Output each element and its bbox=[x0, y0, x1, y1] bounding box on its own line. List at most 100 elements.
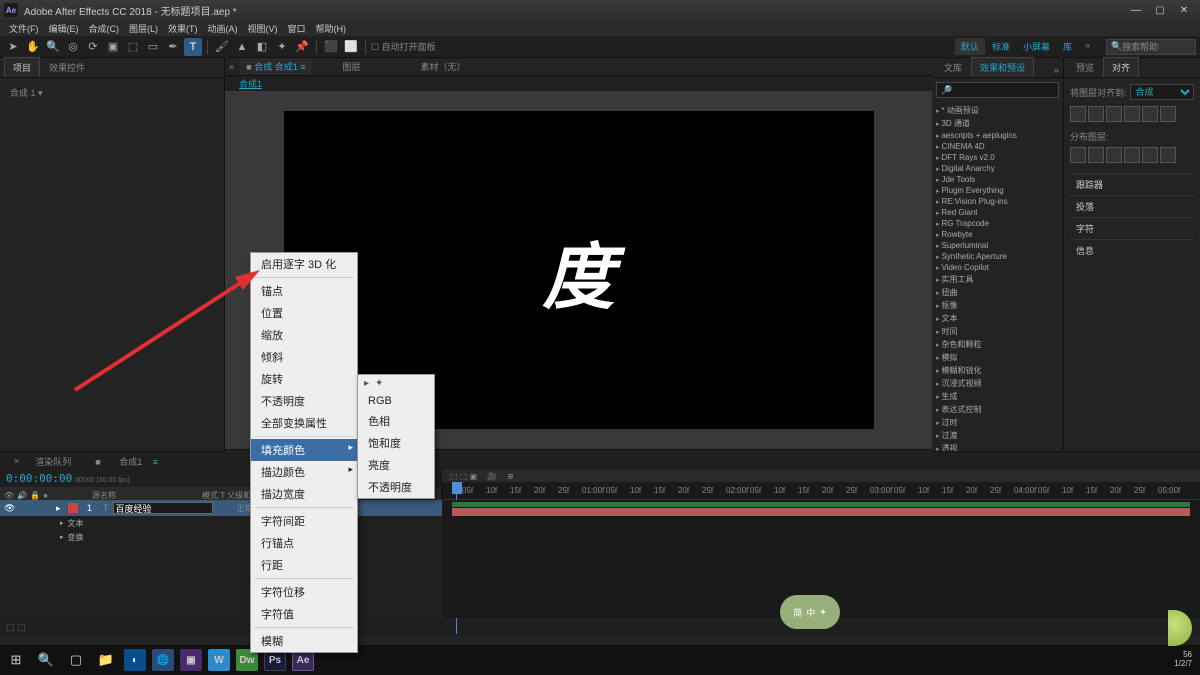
app-browser[interactable]: 🌐 bbox=[152, 649, 174, 671]
menu-item[interactable]: 编辑(E) bbox=[46, 22, 82, 35]
menu-item[interactable]: 模糊 bbox=[251, 630, 357, 652]
workspace-tab[interactable]: 小屏幕 bbox=[1017, 38, 1056, 55]
effect-category[interactable]: RG Trapcode bbox=[934, 218, 1061, 229]
project-item[interactable]: 合成 1 ▾ bbox=[4, 82, 220, 103]
menu-item[interactable]: 帮助(H) bbox=[313, 22, 350, 35]
floating-badge[interactable]: 简中✦ bbox=[780, 595, 840, 629]
eraser-tool[interactable]: ◧ bbox=[253, 38, 271, 56]
layer-bar[interactable] bbox=[452, 508, 1190, 516]
text-tool[interactable]: T bbox=[184, 38, 202, 56]
distribute-buttons[interactable] bbox=[1070, 147, 1194, 163]
workspace-switcher[interactable]: 默认标准小屏幕库» bbox=[955, 38, 1096, 55]
comp-link[interactable]: 合成1 bbox=[233, 76, 268, 91]
selection-tool[interactable]: ➤ bbox=[4, 38, 22, 56]
effect-category[interactable]: Plugin Everything bbox=[934, 185, 1061, 196]
menu-item[interactable]: 合成(C) bbox=[86, 22, 123, 35]
effect-category[interactable]: 表达式控制 bbox=[934, 403, 1061, 416]
menu-item[interactable]: 倾斜 bbox=[251, 346, 357, 368]
effect-category[interactable]: 过渡 bbox=[934, 429, 1061, 442]
layer-color[interactable] bbox=[68, 503, 78, 513]
close-button[interactable]: ✕ bbox=[1172, 1, 1196, 19]
menu-item[interactable]: 行锚点 bbox=[251, 532, 357, 554]
orbit-tool[interactable]: ◎ bbox=[64, 38, 82, 56]
app-word[interactable]: W bbox=[208, 649, 230, 671]
search-icon[interactable]: 🔍 bbox=[34, 648, 58, 672]
menu-item[interactable]: 视图(V) bbox=[245, 22, 281, 35]
menu-item[interactable]: 图层(L) bbox=[126, 22, 161, 35]
effect-category[interactable]: 透视 bbox=[934, 442, 1061, 451]
effect-category[interactable]: Rowbyte bbox=[934, 229, 1061, 240]
effect-category[interactable]: 模拟 bbox=[934, 351, 1061, 364]
menu-item[interactable]: 字符值 bbox=[251, 603, 357, 625]
menu-item[interactable]: 全部变换属性 bbox=[251, 412, 357, 434]
panel-section[interactable]: 信息 bbox=[1070, 239, 1194, 261]
align-bottom[interactable] bbox=[1160, 106, 1176, 122]
timecode[interactable]: 0:00:00:00 bbox=[6, 472, 72, 485]
layer-list[interactable]: 👁 ▸ 1 T 正常 ▾ 无 ▾ ▸文本某某 ▸变换 bbox=[0, 500, 442, 618]
layer-property[interactable]: ▸文本某某 bbox=[0, 516, 442, 530]
playhead[interactable] bbox=[452, 482, 462, 494]
layer-row[interactable]: 👁 ▸ 1 T 正常 ▾ 无 ▾ bbox=[0, 500, 442, 516]
effect-category[interactable]: Digital Anarchy bbox=[934, 163, 1061, 174]
clock[interactable]: 56 1/2/7 bbox=[1174, 651, 1196, 669]
effect-category[interactable]: Superluminal bbox=[934, 240, 1061, 251]
preview-tab[interactable]: 预览 bbox=[1068, 58, 1102, 77]
context-submenu[interactable]: ▸✦RGB色相饱和度亮度不透明度 bbox=[357, 374, 435, 499]
app-360[interactable]: ◐ bbox=[124, 649, 146, 671]
explorer-icon[interactable]: 📁 bbox=[94, 648, 118, 672]
help-search[interactable]: 🔍 搜索帮助 bbox=[1106, 39, 1196, 55]
align-buttons[interactable] bbox=[1070, 106, 1194, 122]
menu-bar[interactable]: 文件(F)编辑(E)合成(C)图层(L)效果(T)动画(A)视图(V)窗口帮助(… bbox=[0, 20, 1200, 36]
menu-item[interactable]: 字符位移 bbox=[251, 581, 357, 603]
menu-item[interactable]: 缩放 bbox=[251, 324, 357, 346]
taskbar[interactable]: ⊞ 🔍 ▢ 📁 ◐ 🌐 ▣ W Dw Ps Ae 56 1/2/7 bbox=[0, 645, 1200, 675]
effect-category[interactable]: 过时 bbox=[934, 416, 1061, 429]
source-name-header[interactable]: 源名称 bbox=[92, 490, 202, 501]
workspace-tab[interactable]: 库 bbox=[1057, 38, 1078, 55]
clone-tool[interactable]: ▲ bbox=[233, 38, 251, 56]
timeline-comp-tab[interactable]: ■ 合成1 ≡ bbox=[79, 453, 166, 470]
pan-behind-tool[interactable]: ⬚ bbox=[124, 38, 142, 56]
layer-property[interactable]: ▸变换 bbox=[0, 530, 442, 544]
effect-category[interactable]: CINEMA 4D bbox=[934, 141, 1061, 152]
align-top[interactable] bbox=[1124, 106, 1140, 122]
effect-category[interactable]: 杂色和颗粒 bbox=[934, 338, 1061, 351]
workspace-tab[interactable]: 默认 bbox=[955, 38, 985, 55]
submenu-item[interactable]: RGB bbox=[358, 392, 434, 410]
effect-category[interactable]: Synthetic Aperture bbox=[934, 251, 1061, 262]
effect-category[interactable]: Video Copilot bbox=[934, 262, 1061, 273]
maximize-button[interactable]: ▢ bbox=[1148, 1, 1172, 19]
effects-presets-tab[interactable]: 效果和预设 bbox=[971, 57, 1034, 77]
local-axis[interactable]: ⬛ bbox=[322, 38, 340, 56]
minimize-button[interactable]: — bbox=[1124, 1, 1148, 19]
menu-item[interactable]: 字符间距 bbox=[251, 510, 357, 532]
menu-item[interactable]: 位置 bbox=[251, 302, 357, 324]
panel-section[interactable]: 字符 bbox=[1070, 217, 1194, 239]
effect-category[interactable]: 沉浸式视频 bbox=[934, 377, 1061, 390]
menu-item[interactable]: 填充颜色 bbox=[251, 439, 357, 461]
panel-section[interactable]: 跟踪器 bbox=[1070, 173, 1194, 195]
effect-category[interactable]: * 动画预设 bbox=[934, 104, 1061, 117]
work-area-bar[interactable] bbox=[452, 502, 1190, 507]
auto-open-checkbox[interactable]: ☐ 自动打开面板 bbox=[371, 40, 436, 53]
task-view-icon[interactable]: ▢ bbox=[64, 648, 88, 672]
render-queue-tab[interactable]: 渲染队列 bbox=[27, 453, 79, 470]
camera-tool[interactable]: ▣ bbox=[104, 38, 122, 56]
submenu-item[interactable]: 饱和度 bbox=[358, 432, 434, 454]
effect-category[interactable]: aescripts + aeplugins bbox=[934, 130, 1061, 141]
toggle-switches-icon[interactable]: ⬚ ⬚ bbox=[6, 622, 26, 633]
effect-category[interactable]: 生成 bbox=[934, 390, 1061, 403]
app-generic[interactable]: ▣ bbox=[180, 649, 202, 671]
submenu-item[interactable]: 亮度 bbox=[358, 454, 434, 476]
effects-list[interactable]: * 动画预设3D 通道aescripts + aepluginsCINEMA 4… bbox=[932, 102, 1063, 451]
menu-item[interactable]: 旋转 bbox=[251, 368, 357, 390]
effect-category[interactable]: 实用工具 bbox=[934, 273, 1061, 286]
menu-item[interactable]: 文件(F) bbox=[6, 22, 42, 35]
menu-item[interactable]: 锚点 bbox=[251, 280, 357, 302]
effect-category[interactable]: DFT Rays v2.0 bbox=[934, 152, 1061, 163]
effect-controls-tab[interactable]: 效果控件 bbox=[41, 58, 93, 77]
menu-item[interactable]: 动画(A) bbox=[205, 22, 241, 35]
align-tab[interactable]: 对齐 bbox=[1103, 57, 1139, 77]
panel-section[interactable]: 投落 bbox=[1070, 195, 1194, 217]
time-ruler-area[interactable]: ⬚ ⬚ ▣🎥⊕ 05f10f15f20f25f01:00f05f10f15f20… bbox=[442, 470, 1200, 500]
